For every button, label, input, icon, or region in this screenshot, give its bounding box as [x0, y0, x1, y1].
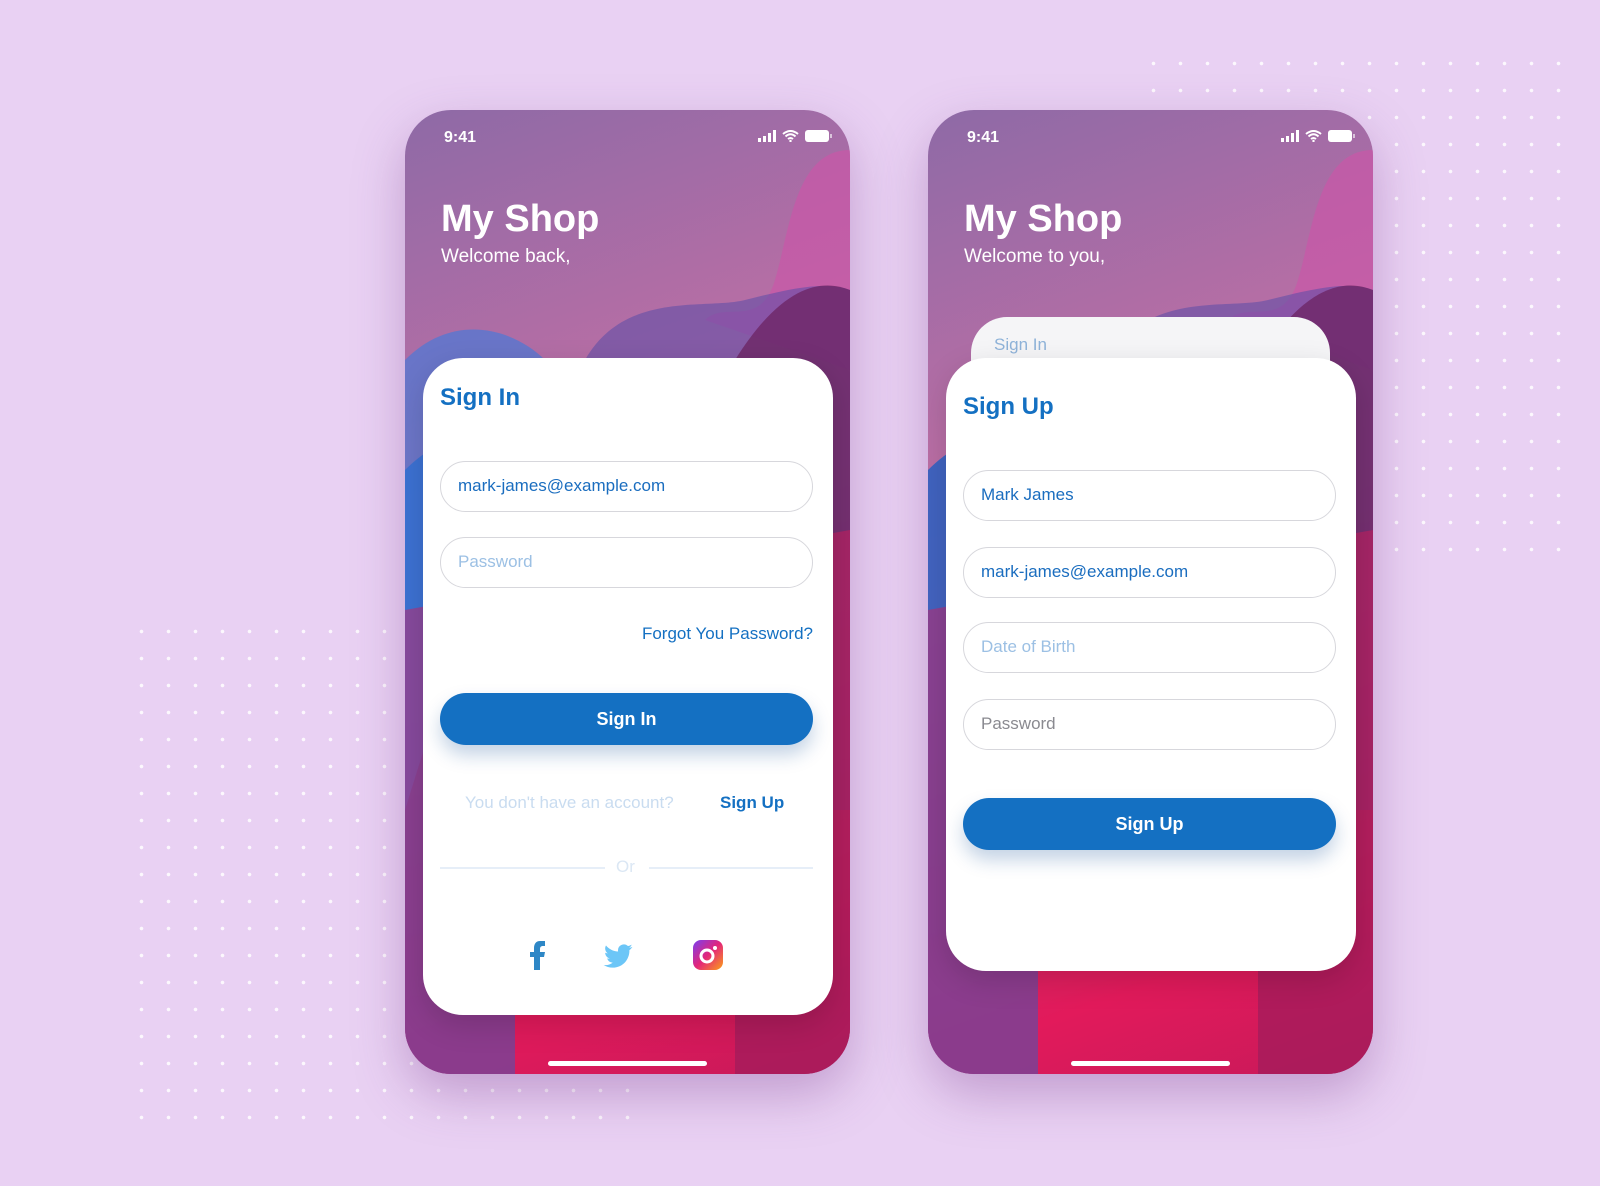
app-title: My Shop [964, 198, 1123, 240]
status-time: 9:41 [444, 129, 477, 146]
home-indicator [1071, 1061, 1230, 1066]
signup-button[interactable]: Sign Up [963, 798, 1336, 850]
status-icons [1281, 130, 1355, 142]
app-title: My Shop [441, 198, 600, 240]
status-icons [758, 130, 832, 142]
signal-icon [758, 130, 776, 142]
status-time: 9:41 [967, 129, 1000, 146]
wifi-icon [782, 130, 799, 142]
date-of-birth-field[interactable]: Date of Birth [963, 622, 1336, 673]
divider-right [649, 867, 813, 869]
signin-card: Sign In mark-james@example.com Password … [423, 358, 833, 1015]
forgot-password-link[interactable]: Forgot You Password? [642, 624, 813, 644]
signup-card: Sign Up Mark James mark-james@example.co… [946, 358, 1356, 971]
facebook-icon[interactable] [527, 940, 547, 970]
welcome-subtitle: Welcome to you, [964, 246, 1106, 267]
no-account-text: You don't have an account? [465, 793, 674, 812]
signal-icon [1281, 130, 1299, 142]
password-field[interactable]: Password [440, 537, 813, 588]
twitter-icon[interactable] [603, 944, 633, 968]
name-field[interactable]: Mark James [963, 470, 1336, 521]
signin-tab-label: Sign In [994, 335, 1047, 354]
divider-left [440, 867, 605, 869]
welcome-subtitle: Welcome back, [441, 246, 571, 267]
signup-phone: 9:41 My Shop Welcome to you, Sign In Sig… [928, 110, 1373, 1074]
card-title: Sign In [440, 384, 520, 411]
card-title: Sign Up [963, 393, 1054, 420]
email-field[interactable]: mark-james@example.com [440, 461, 813, 512]
signin-phone: 9:41 My Shop Welcome back, Sign In mark-… [405, 110, 850, 1074]
password-field[interactable]: Password [963, 699, 1336, 750]
battery-icon [1328, 130, 1355, 142]
signin-button[interactable]: Sign In [440, 693, 813, 745]
battery-icon [805, 130, 832, 142]
signup-link[interactable]: Sign Up [720, 793, 784, 813]
divider-text: Or [616, 857, 635, 876]
instagram-icon[interactable] [693, 940, 723, 970]
email-field[interactable]: mark-james@example.com [963, 547, 1336, 598]
home-indicator [548, 1061, 707, 1066]
wifi-icon [1305, 130, 1322, 142]
